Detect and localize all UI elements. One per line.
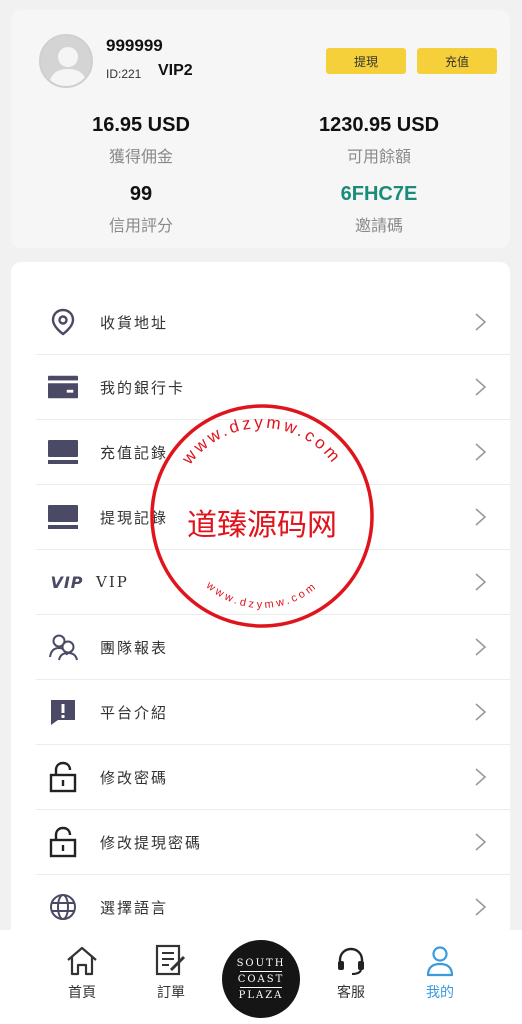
logo-line-3: PLAZA	[238, 989, 284, 1001]
logo-line-1: SOUTH	[236, 957, 286, 969]
lock-icon	[48, 826, 78, 858]
menu-label: 我的銀行卡	[100, 378, 186, 397]
menu-item-change-password[interactable]: 修改密碼	[36, 745, 510, 810]
menu-item-change-withdraw-password[interactable]: 修改提現密碼	[36, 810, 510, 875]
chevron-right-icon	[475, 833, 487, 851]
invite-stat: 6FHC7E 邀請碼	[279, 183, 479, 236]
chevron-right-icon	[475, 768, 487, 786]
menu-item-bank-card[interactable]: 我的銀行卡	[36, 355, 510, 420]
chevron-right-icon	[475, 313, 487, 331]
chevron-right-icon	[475, 443, 487, 461]
profile-card: 999999 ID:221 VIP2 提現 充值 16.95 USD 獲得佣金 …	[11, 10, 510, 248]
avatar[interactable]	[39, 34, 93, 88]
chevron-right-icon	[475, 703, 487, 721]
menu-item-team-report[interactable]: 團隊報表	[36, 615, 510, 680]
logo-line-2: COAST	[237, 973, 285, 985]
vip-level: VIP2	[158, 62, 193, 79]
order-list-icon	[141, 944, 201, 978]
menu-label: 充值記錄	[100, 443, 169, 462]
user-id: ID:221	[106, 67, 142, 81]
deposit-button[interactable]: 充值	[417, 48, 497, 74]
menu-label: 收貨地址	[100, 313, 169, 332]
vip-icon: VIP	[50, 567, 84, 597]
menu-item-address[interactable]: 收貨地址	[36, 290, 510, 355]
credit-stat: 99 信用評分	[41, 183, 241, 236]
chevron-right-icon	[475, 898, 487, 916]
credit-label: 信用評分	[108, 216, 173, 235]
lock-icon	[48, 761, 78, 793]
invite-code[interactable]: 6FHC7E	[279, 183, 479, 206]
menu-card: 收貨地址 我的銀行卡 充值記錄 提現記錄 VIP VIP 團隊報表 平台介紹 修…	[11, 262, 510, 962]
chevron-right-icon	[475, 638, 487, 656]
invite-label: 邀請碼	[354, 216, 403, 235]
deposit-record-icon	[48, 437, 78, 467]
headset-icon	[321, 944, 381, 978]
commission-label: 獲得佣金	[108, 147, 173, 166]
chevron-right-icon	[475, 573, 487, 591]
withdraw-button[interactable]: 提現	[326, 48, 406, 74]
logo-divider	[240, 970, 282, 972]
menu-label: 平台介紹	[100, 703, 169, 722]
chevron-right-icon	[475, 378, 487, 396]
globe-icon	[48, 892, 78, 922]
team-icon	[48, 632, 78, 662]
balance-stat: 1230.95 USD 可用餘額	[279, 114, 479, 167]
tab-home[interactable]: 首頁	[52, 944, 112, 1002]
credit-value: 99	[129, 183, 153, 205]
info-icon	[48, 697, 78, 727]
tab-orders[interactable]: 訂單	[141, 944, 201, 1002]
commission-value: 16.95 USD	[92, 114, 190, 136]
menu-label: 團隊報表	[100, 638, 169, 657]
bottom-tab-bar: 首頁 訂單 SOUTH COAST PLAZA 客服 我的	[0, 930, 522, 1024]
user-silhouette-icon	[41, 36, 91, 86]
chevron-right-icon	[475, 508, 487, 526]
location-pin-icon	[48, 307, 78, 337]
commission-stat: 16.95 USD 獲得佣金	[41, 114, 241, 167]
tab-label: 首頁	[68, 985, 96, 1001]
menu-item-platform-intro[interactable]: 平台介紹	[36, 680, 510, 745]
menu-item-vip[interactable]: VIP VIP	[36, 550, 510, 615]
user-icon	[410, 944, 470, 978]
tab-service[interactable]: 客服	[321, 944, 381, 1002]
tab-label: 我的	[426, 985, 454, 1001]
withdraw-record-icon	[48, 502, 78, 532]
menu-label: VIP	[96, 573, 129, 591]
menu-label: 提現記錄	[100, 508, 169, 527]
logo-divider	[240, 986, 282, 988]
balance-value: 1230.95 USD	[318, 114, 440, 136]
tab-label: 客服	[337, 985, 365, 1001]
username: 999999	[106, 36, 163, 55]
bank-card-icon	[48, 372, 78, 402]
menu-item-withdraw-record[interactable]: 提現記錄	[36, 485, 510, 550]
vip-icon-text: VIP	[50, 572, 84, 592]
menu-label: 選擇語言	[100, 898, 169, 917]
tab-label: 訂單	[157, 985, 185, 1001]
menu-item-deposit-record[interactable]: 充值記錄	[36, 420, 510, 485]
balance-label: 可用餘額	[346, 147, 411, 166]
brand-logo[interactable]: SOUTH COAST PLAZA	[222, 940, 300, 1018]
home-icon	[52, 944, 112, 978]
menu-label: 修改提現密碼	[100, 833, 203, 852]
tab-mine[interactable]: 我的	[410, 944, 470, 1002]
menu-label: 修改密碼	[100, 768, 169, 787]
